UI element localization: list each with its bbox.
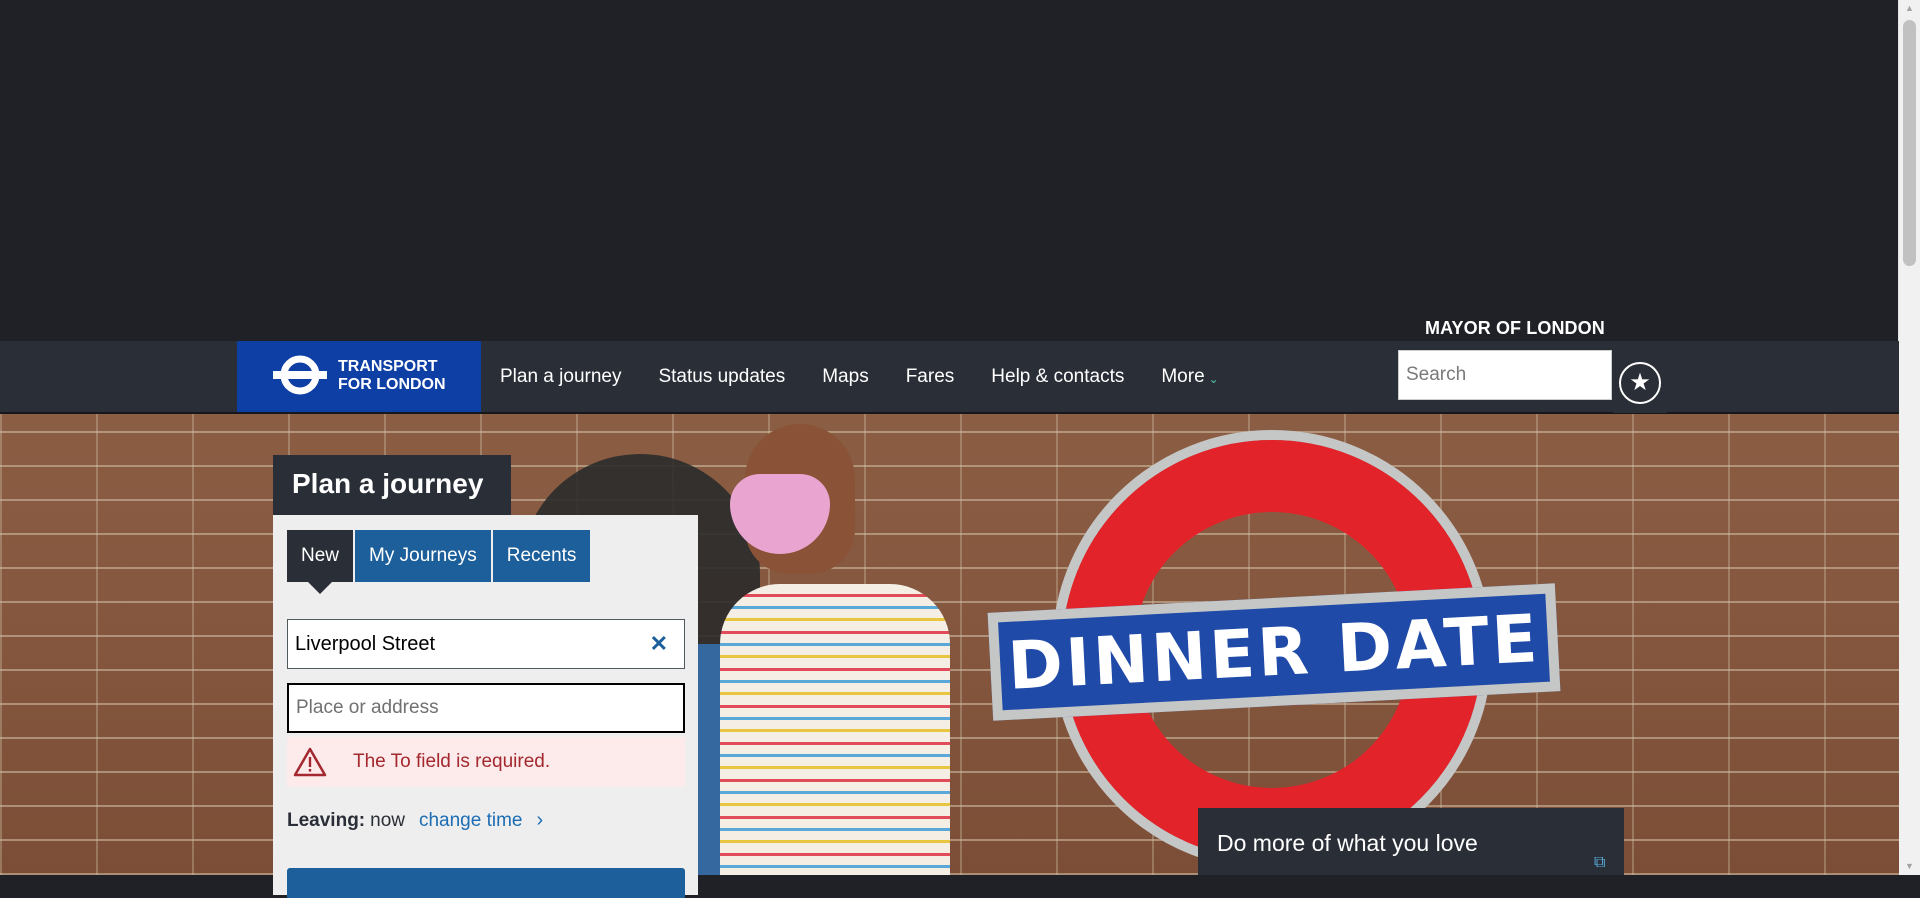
journey-planner-title: Plan a journey [273, 455, 511, 515]
nav-more-label: More [1161, 366, 1205, 387]
nav-status-updates[interactable]: Status updates [658, 366, 785, 388]
plan-my-journey-button[interactable] [287, 868, 685, 898]
leaving-value: now [370, 809, 405, 831]
site-search-input[interactable] [1398, 350, 1612, 400]
nav-fares[interactable]: Fares [906, 366, 955, 388]
chevron-right-icon[interactable]: › [537, 809, 544, 832]
vertical-scrollbar[interactable]: ▲ ▼ [1898, 0, 1920, 875]
star-icon: ★ [1619, 362, 1661, 404]
promo-banner[interactable]: Do more of what you love ⧉ [1198, 808, 1624, 875]
scroll-down-icon[interactable]: ▼ [1899, 858, 1920, 875]
favourites-button[interactable]: ★ [1613, 351, 1667, 413]
mayor-of-london-link[interactable]: MAYOR OF LONDON [1425, 318, 1605, 339]
nav-more-dropdown[interactable]: More ⌄ [1161, 366, 1218, 388]
person-shirt [720, 584, 950, 875]
tab-new[interactable]: New [287, 530, 354, 594]
nav-plan-a-journey[interactable]: Plan a journey [500, 366, 621, 388]
external-link-icon: ⧉ [1594, 854, 1606, 871]
tab-recents[interactable]: Recents [492, 530, 591, 582]
logo-text: TRANSPORT FOR LONDON [338, 358, 446, 393]
to-field-error: The To field is required. [287, 737, 685, 787]
warning-icon [287, 747, 333, 777]
sign-text: DINNER DATE [1006, 599, 1542, 705]
nav-help-contacts[interactable]: Help & contacts [991, 366, 1124, 388]
journey-tabs: New My Journeys Recents [287, 530, 592, 594]
tfl-logo[interactable]: TRANSPORT FOR LONDON [237, 341, 481, 412]
to-input[interactable] [287, 683, 685, 733]
error-text: The To field is required. [353, 751, 551, 772]
leaving-row: Leaving: now change time › [287, 809, 543, 832]
scroll-up-icon[interactable]: ▲ [1899, 0, 1920, 17]
chevron-down-icon: ⌄ [1208, 371, 1219, 386]
promo-text: Do more of what you love [1217, 830, 1478, 856]
scrollbar-thumb[interactable] [1903, 20, 1916, 266]
journey-planner-panel: New My Journeys Recents ✕ The To field i… [273, 515, 698, 898]
close-icon[interactable]: ✕ [650, 632, 668, 656]
change-time-link[interactable]: change time [419, 810, 523, 832]
primary-nav: Plan a journey Status updates Maps Fares… [500, 366, 1219, 388]
from-input[interactable] [288, 620, 642, 668]
roundel-logo-icon [273, 355, 327, 395]
tab-my-journeys[interactable]: My Journeys [355, 530, 491, 582]
leaving-label: Leaving: [287, 809, 366, 831]
from-field: ✕ [287, 619, 685, 669]
nav-maps[interactable]: Maps [822, 366, 868, 388]
